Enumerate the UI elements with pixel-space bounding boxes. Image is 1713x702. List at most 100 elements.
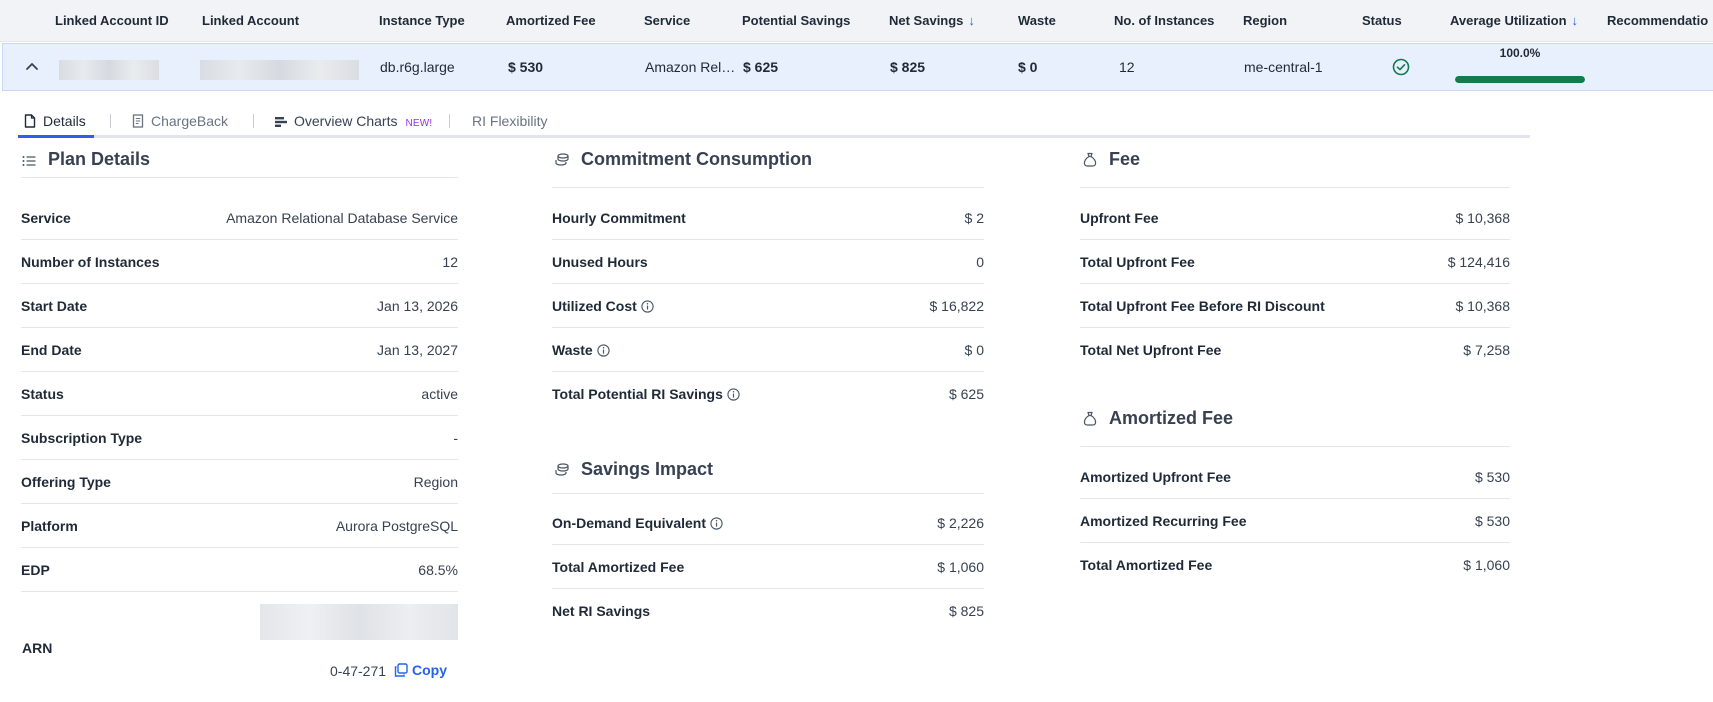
detail-row: Hourly Commitment $ 2 <box>552 196 984 240</box>
detail-label-text: Total Potential RI Savings <box>552 386 723 402</box>
detail-row: Number of Instances 12 <box>21 240 458 284</box>
plan-details-title: Plan Details <box>22 149 150 170</box>
section-title-text: Plan Details <box>48 149 151 169</box>
detail-row: Utilized Cost $ 16,822 <box>552 284 984 328</box>
detail-label: Net RI Savings <box>552 589 650 633</box>
tab-label: ChargeBack <box>151 113 229 129</box>
tab-ri-flexibility[interactable]: RI Flexibility <box>472 104 547 135</box>
bars-icon <box>275 117 287 127</box>
column-header-region[interactable]: Region <box>1243 0 1287 42</box>
info-icon[interactable] <box>597 344 610 357</box>
chevron-up-icon[interactable] <box>23 58 41 76</box>
detail-value: $ 625 <box>948 386 984 402</box>
detail-value: $ 825 <box>948 603 984 619</box>
copy-icon <box>394 663 408 677</box>
column-header-net-savings[interactable]: Net Savings ↓ <box>889 0 975 42</box>
commitment-consumption-title: Commitment Consumption <box>555 149 812 170</box>
detail-label-text: Number of Instances <box>21 254 160 270</box>
detail-label: Number of Instances <box>21 240 159 284</box>
column-header-service[interactable]: Service <box>644 0 690 42</box>
detail-value: $ 1,060 <box>1463 557 1510 573</box>
tab-chargeback[interactable]: ChargeBack <box>132 104 228 135</box>
tab-label: RI Flexibility <box>472 113 548 129</box>
tab-divider <box>449 114 450 128</box>
column-header-linked-account-id[interactable]: Linked Account ID <box>55 0 169 42</box>
detail-row: Subscription Type - <box>21 416 458 460</box>
detail-value: $ 530 <box>1474 513 1510 529</box>
detail-row: Offering Type Region <box>21 460 458 504</box>
detail-value: $ 2,226 <box>937 515 984 531</box>
column-header-linked-account[interactable]: Linked Account <box>202 0 299 42</box>
detail-label: Status <box>21 372 64 416</box>
detail-label-text: Utilized Cost <box>552 298 637 314</box>
detail-row: Total Upfront Fee Before RI Discount $ 10… <box>1080 284 1510 328</box>
arn-label: ARN <box>22 640 53 656</box>
detail-label-text: Service <box>21 210 71 226</box>
detail-label-text: On-Demand Equivalent <box>552 515 707 531</box>
tab-details[interactable]: Details <box>24 104 86 135</box>
column-header-potential-savings[interactable]: Potential Savings <box>742 0 850 42</box>
detail-value: Amazon Relational Database Service <box>226 210 458 226</box>
detail-label: Service <box>21 196 71 240</box>
section-title-text: Amortized Fee <box>1109 408 1234 428</box>
detail-label: Subscription Type <box>21 416 142 460</box>
check-circle-icon <box>1392 58 1410 76</box>
receipt-icon <box>132 114 144 128</box>
average-utilization-label: Average Utilization <box>1450 13 1567 28</box>
copy-arn-button[interactable]: Copy <box>394 662 447 678</box>
detail-row: Upfront Fee $ 10,368 <box>1080 196 1510 240</box>
detail-label-text: Status <box>21 386 64 402</box>
detail-row: Amortized Upfront Fee $ 530 <box>1080 455 1510 499</box>
active-tab-indicator <box>18 135 94 138</box>
table-row-expanded[interactable]: db.r6g.large $ 530 Amazon Rel… $ 625 $ 8… <box>2 43 1713 91</box>
detail-value: Aurora PostgreSQL <box>335 518 458 534</box>
coins-icon <box>555 153 569 166</box>
section-divider <box>1080 446 1510 447</box>
cell-instance-type: db.r6g.large <box>380 59 455 75</box>
section-divider <box>552 493 984 494</box>
column-header-amortized-fee[interactable]: Amortized Fee <box>506 0 596 42</box>
detail-label: Platform <box>21 504 78 548</box>
detail-label: Offering Type <box>21 460 111 504</box>
sort-descending-icon: ↓ <box>968 13 975 28</box>
detail-label-text: Amortized Recurring Fee <box>1080 513 1247 529</box>
amortized-fee-title: Amortized Fee <box>1083 408 1233 429</box>
cell-amortized-fee: $ 530 <box>508 59 544 75</box>
column-header-recommendation[interactable]: Recommendatio <box>1607 0 1708 42</box>
detail-label-text: Total Upfront Fee <box>1080 254 1195 270</box>
arn-value: 0-47-271 <box>330 663 387 679</box>
utilization-bar <box>1455 76 1585 83</box>
column-header-waste[interactable]: Waste <box>1018 0 1056 42</box>
savings-impact-title: Savings Impact <box>555 459 713 480</box>
detail-value: $ 7,258 <box>1463 342 1510 358</box>
detail-value: 68.5% <box>418 562 458 578</box>
linked-account-id-redacted <box>59 60 159 80</box>
info-icon[interactable] <box>641 300 654 313</box>
detail-row: Total Upfront Fee $ 124,416 <box>1080 240 1510 284</box>
column-header-average-utilization[interactable]: Average Utilization ↓ <box>1450 0 1578 42</box>
tab-divider <box>110 114 111 128</box>
info-icon[interactable] <box>710 517 723 530</box>
tab-overview-charts[interactable]: Overview Charts NEW! <box>275 104 432 135</box>
detail-label: Amortized Recurring Fee <box>1080 499 1246 543</box>
detail-label: Waste <box>552 328 610 372</box>
tab-divider <box>253 114 254 128</box>
section-title-text: Commitment Consumption <box>581 149 812 169</box>
detail-value: $ 2 <box>964 210 984 226</box>
sort-descending-icon: ↓ <box>1571 13 1579 28</box>
tab-label: Details <box>43 113 86 129</box>
cell-region: me-central-1 <box>1244 59 1323 75</box>
new-badge: NEW! <box>405 118 433 129</box>
detail-row: Total Potential RI Savings $ 625 <box>552 372 984 416</box>
column-header-instance-type[interactable]: Instance Type <box>379 0 465 42</box>
column-header-status[interactable]: Status <box>1362 0 1402 42</box>
detail-label-text: Total Net Upfront Fee <box>1080 342 1222 358</box>
detail-label-text: Start Date <box>21 298 88 314</box>
section-title-text: Savings Impact <box>581 459 714 479</box>
detail-row: Amortized Recurring Fee $ 530 <box>1080 499 1510 543</box>
section-divider <box>1080 187 1510 188</box>
info-icon[interactable] <box>727 388 740 401</box>
detail-label: Total Amortized Fee <box>1080 543 1212 587</box>
column-header-num-instances[interactable]: No. of Instances <box>1114 0 1214 42</box>
detail-label: Start Date <box>21 284 87 328</box>
